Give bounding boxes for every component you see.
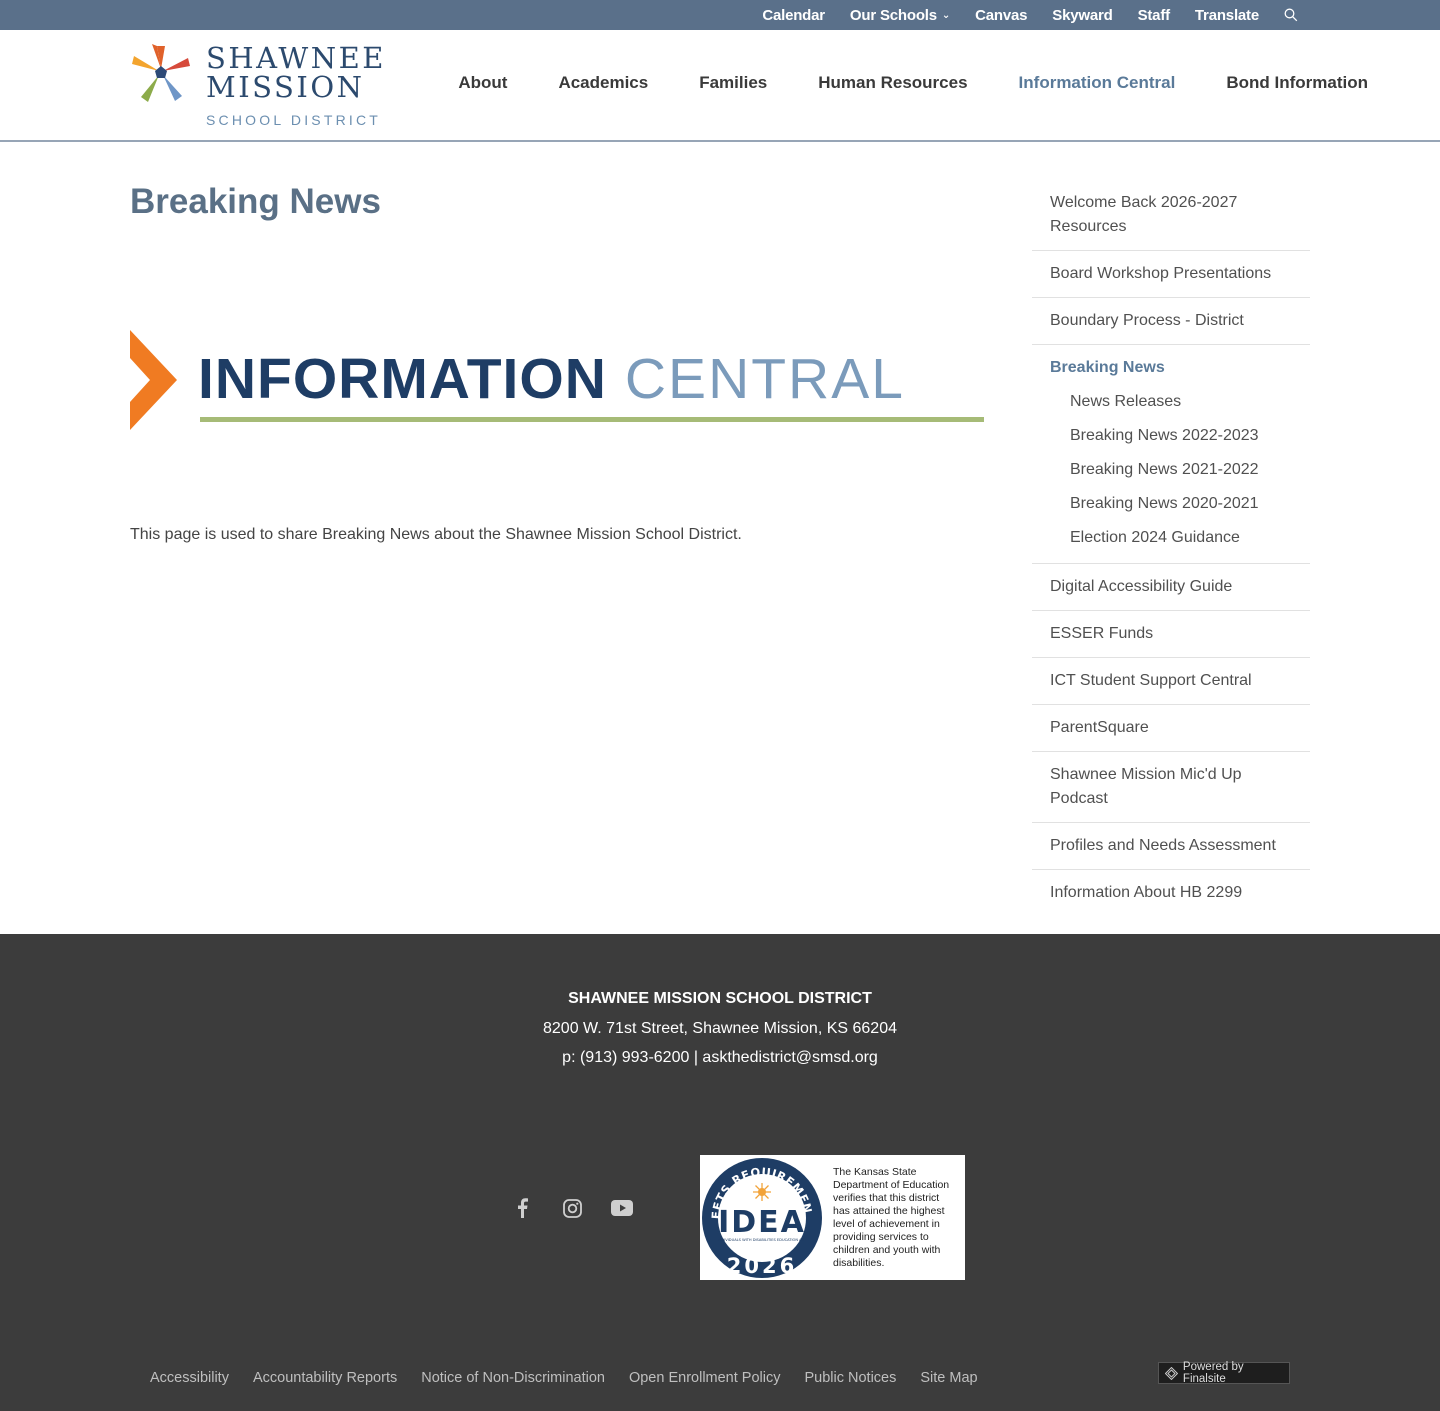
utility-link-skyward[interactable]: Skyward <box>1052 7 1113 24</box>
idea-seal-icon: MEETS REQUIREMENTS IDEA INDIVIDUALS WITH… <box>700 1156 822 1278</box>
banner-text-light: CENTRAL <box>624 347 905 411</box>
idea-seal-title: IDEA <box>718 1205 806 1240</box>
utility-link-calendar[interactable]: Calendar <box>762 7 825 24</box>
sidebar-item-esser-funds[interactable]: ESSER Funds <box>1032 611 1310 658</box>
idea-badge: MEETS REQUIREMENTS IDEA INDIVIDUALS WITH… <box>700 1155 965 1280</box>
sidebar-item-breaking-news[interactable]: Breaking News <box>1050 356 1292 385</box>
nav-human-resources[interactable]: Human Resources <box>818 73 967 93</box>
footer-link-public-notices[interactable]: Public Notices <box>804 1370 896 1386</box>
sun-icon <box>753 1182 771 1201</box>
sidebar-item-welcome-back[interactable]: Welcome Back 2026-2027 Resources <box>1032 180 1310 251</box>
logo-line-1: SHAWNEE <box>206 41 386 75</box>
utility-link-our-schools[interactable]: Our Schools ⌄ <box>850 7 950 24</box>
idea-seal-subtitle: INDIVIDUALS WITH DISABILITIES EDUCATION … <box>718 1238 807 1242</box>
site-header: SHAWNEE MISSION SCHOOL DISTRICT About Ac… <box>0 30 1440 142</box>
nav-bond-information[interactable]: Bond Information <box>1226 73 1368 93</box>
information-central-banner: INFORMATION CENTRAL <box>130 330 985 430</box>
finalsite-logo-icon <box>1165 1366 1178 1380</box>
arrow-chevron-icon <box>130 330 177 430</box>
youtube-icon[interactable] <box>610 1196 634 1220</box>
sidebar-item-boundary-process[interactable]: Boundary Process - District <box>1032 298 1310 345</box>
banner-text-bold: INFORMATION <box>198 347 607 411</box>
sidebar-item-micd-up-podcast[interactable]: Shawnee Mission Mic'd Up Podcast <box>1032 752 1310 823</box>
utility-link-translate[interactable]: Translate <box>1195 7 1259 24</box>
footer-link-non-discrimination[interactable]: Notice of Non-Discrimination <box>421 1370 605 1386</box>
sidebar-item-board-workshop[interactable]: Board Workshop Presentations <box>1032 251 1310 298</box>
nav-information-central[interactable]: Information Central <box>1019 73 1176 93</box>
nav-about[interactable]: About <box>458 73 507 93</box>
footer-link-open-enrollment[interactable]: Open Enrollment Policy <box>629 1370 781 1386</box>
idea-badge-description: The Kansas State Department of Education… <box>833 1165 950 1269</box>
sidebar-subitem-election-2024[interactable]: Election 2024 Guidance <box>1050 521 1292 555</box>
logo-line-2: MISSION <box>206 70 365 104</box>
page-title: Breaking News <box>130 182 381 221</box>
powered-by-finalsite[interactable]: Powered by Finalsite <box>1158 1361 1290 1385</box>
sidebar-item-profiles-needs[interactable]: Profiles and Needs Assessment <box>1032 823 1310 870</box>
search-icon[interactable] <box>1284 8 1298 22</box>
footer-address: 8200 W. 71st Street, Shawnee Mission, KS… <box>543 1020 897 1037</box>
social-links <box>510 1196 660 1220</box>
footer-links: Accessibility Accountability Reports Not… <box>150 1370 1002 1386</box>
footer-link-accountability-reports[interactable]: Accountability Reports <box>253 1370 397 1386</box>
sidebar-subitem-news-releases[interactable]: News Releases <box>1050 385 1292 419</box>
sidebar-subitem-breaking-news-2020-2021[interactable]: Breaking News 2020-2021 <box>1050 487 1292 521</box>
section-sidebar: Welcome Back 2026-2027 Resources Board W… <box>1032 180 1310 916</box>
facebook-icon[interactable] <box>510 1196 534 1220</box>
main-nav: About Academics Families Human Resources… <box>407 73 1368 93</box>
logo-line-3: SCHOOL DISTRICT <box>206 112 382 128</box>
sidebar-item-digital-accessibility[interactable]: Digital Accessibility Guide <box>1032 564 1310 611</box>
banner-text: INFORMATION CENTRAL <box>198 346 905 412</box>
sidebar-item-hb-2299[interactable]: Information About HB 2299 <box>1032 870 1310 916</box>
district-logo-mark <box>132 44 190 102</box>
sidebar-subitem-breaking-news-2022-2023[interactable]: Breaking News 2022-2023 <box>1050 419 1292 453</box>
footer-link-accessibility[interactable]: Accessibility <box>150 1370 229 1386</box>
district-logo[interactable]: SHAWNEE MISSION SCHOOL DISTRICT <box>130 44 386 128</box>
footer-org-name: SHAWNEE MISSION SCHOOL DISTRICT <box>568 990 872 1007</box>
site-footer: SHAWNEE MISSION SCHOOL DISTRICT 8200 W. … <box>0 934 1440 1411</box>
utility-bar: Calendar Our Schools ⌄ Canvas Skyward St… <box>0 0 1440 30</box>
nav-academics[interactable]: Academics <box>558 73 648 93</box>
sidebar-subitem-breaking-news-2021-2022[interactable]: Breaking News 2021-2022 <box>1050 453 1292 487</box>
utility-link-canvas[interactable]: Canvas <box>975 7 1027 24</box>
sidebar-group-breaking-news: Breaking News News Releases Breaking New… <box>1032 345 1310 564</box>
main-content: Breaking News INFORMATION CENTRAL This pa… <box>130 182 985 544</box>
utility-link-staff[interactable]: Staff <box>1138 7 1171 24</box>
chevron-down-icon: ⌄ <box>941 9 951 21</box>
banner-rule <box>200 417 984 422</box>
idea-seal-year: 2026 <box>727 1254 797 1278</box>
sidebar-item-ict-student-support[interactable]: ICT Student Support Central <box>1032 658 1310 705</box>
powered-by-label: Powered by Finalsite <box>1182 1361 1244 1385</box>
footer-contact: p: (913) 993-6200 | askthedistrict@smsd.… <box>562 1049 878 1066</box>
instagram-icon[interactable] <box>560 1196 584 1220</box>
sidebar-item-parentsquare[interactable]: ParentSquare <box>1032 705 1310 752</box>
district-logo-text: SHAWNEE MISSION SCHOOL DISTRICT <box>206 41 386 129</box>
nav-families[interactable]: Families <box>699 73 767 93</box>
utility-link-our-schools-label: Our Schools <box>849 6 937 24</box>
footer-link-site-map[interactable]: Site Map <box>920 1370 977 1386</box>
intro-paragraph: This page is used to share Breaking News… <box>130 526 742 543</box>
